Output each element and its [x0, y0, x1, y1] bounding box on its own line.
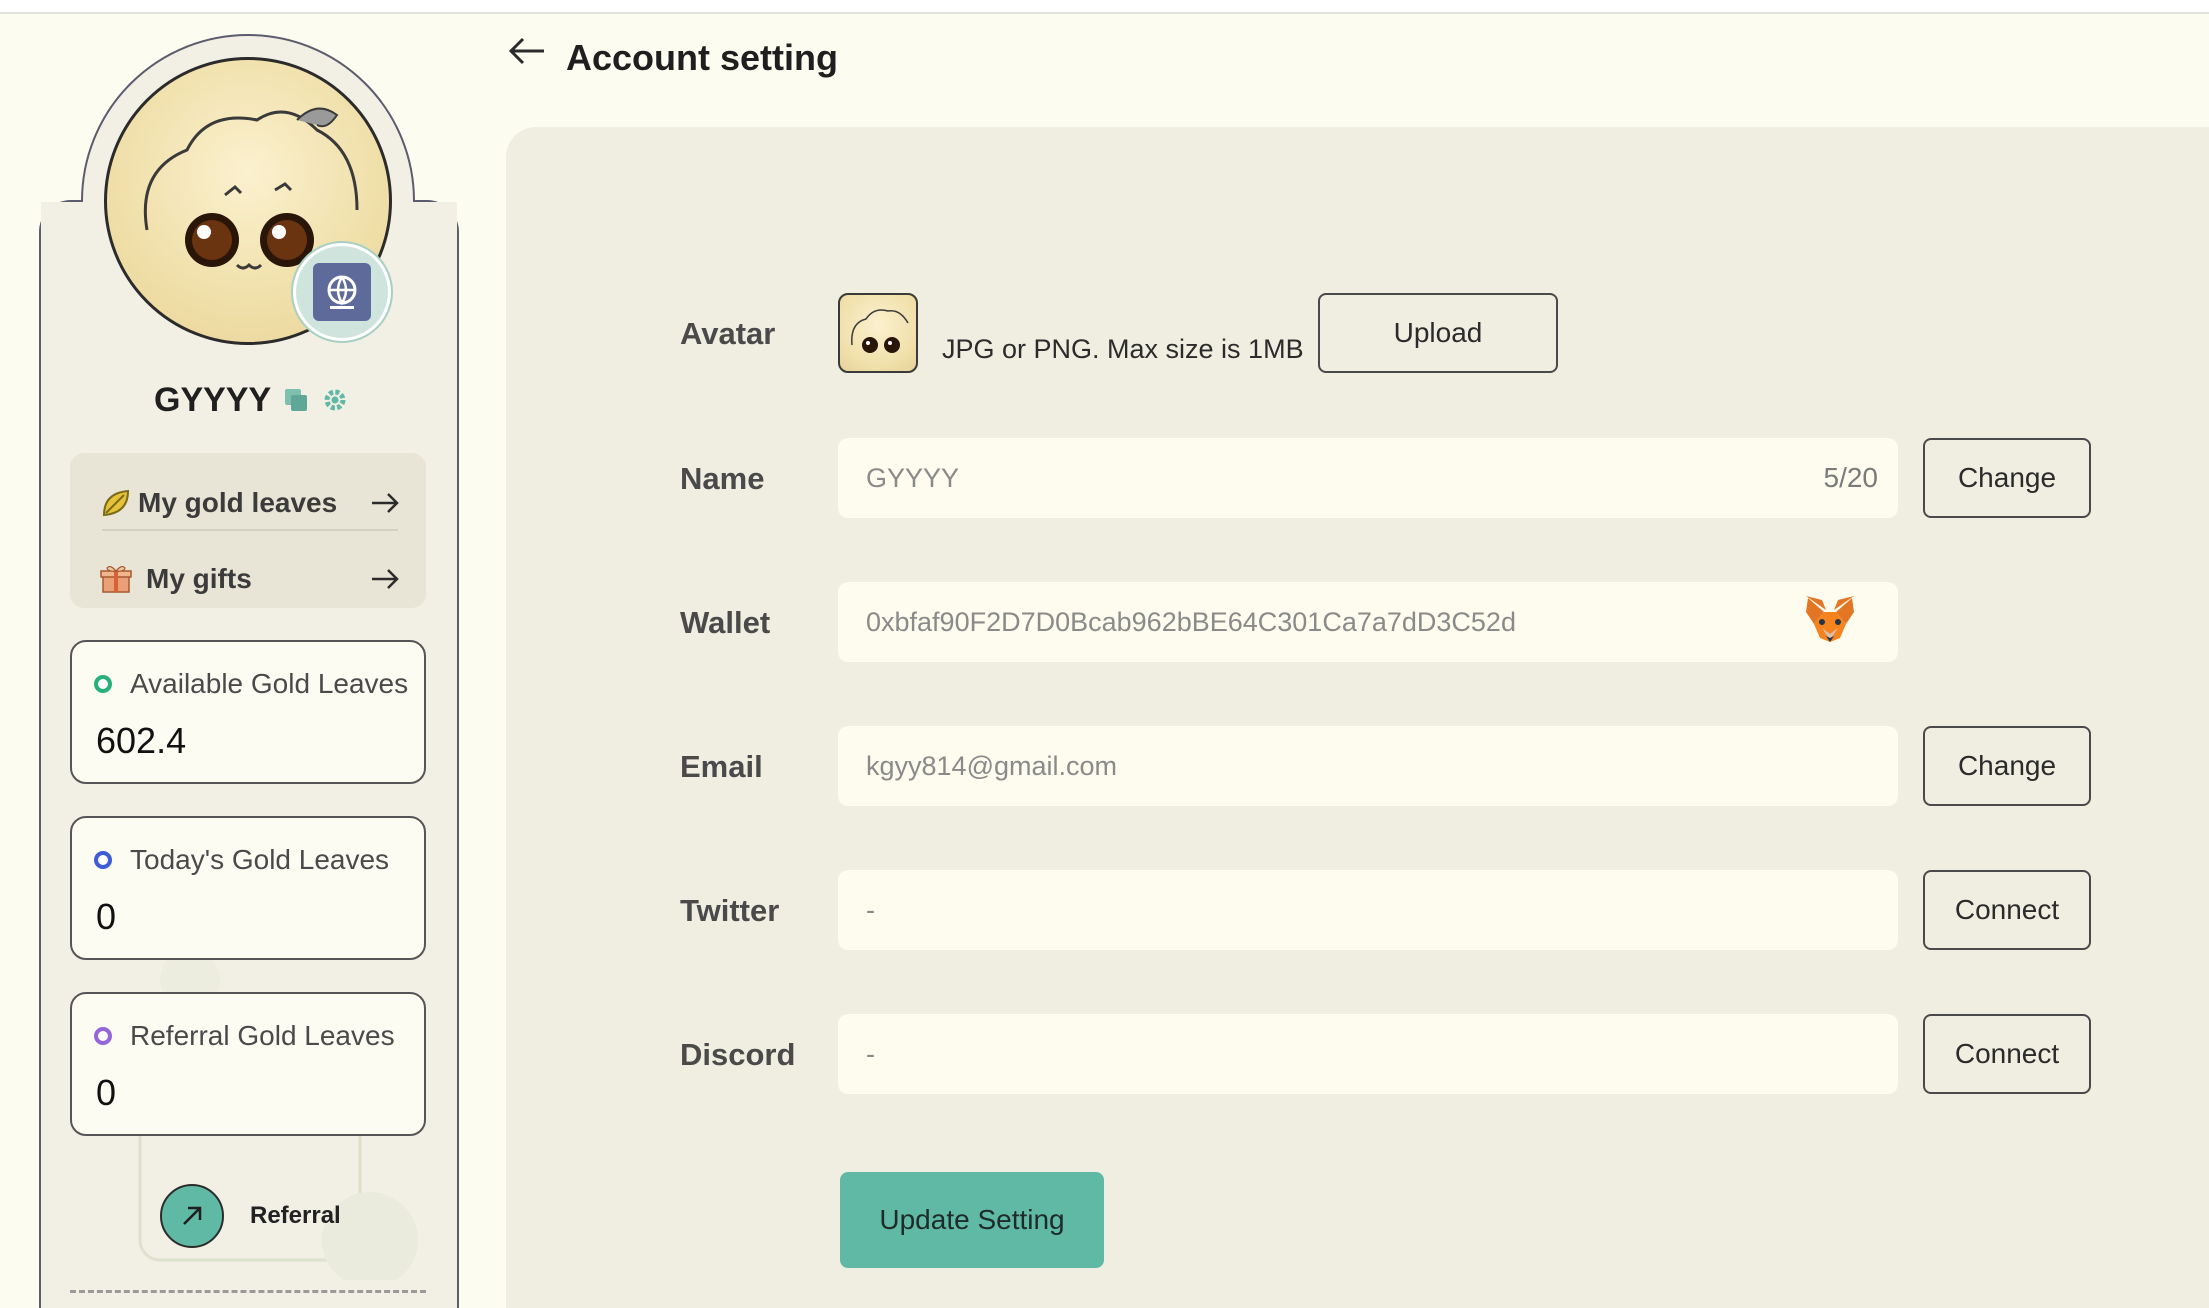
menu-item-label: My gifts [146, 563, 252, 594]
menu-divider [102, 529, 398, 531]
stat-value: 0 [96, 896, 117, 937]
menu-item-gold-leaves[interactable]: My gold leaves [100, 473, 400, 533]
stat-card-available: Available Gold Leaves 602.4 [70, 640, 426, 784]
email-label: Email [680, 749, 763, 784]
discord-value: - [866, 1038, 875, 1069]
status-dot [94, 675, 112, 693]
email-value: kgyy814@gmail.com [866, 750, 1118, 781]
name-value: GYYYY [866, 462, 960, 493]
name-char-counter: 5/20 [1823, 462, 1879, 493]
name-input[interactable]: GYYYY 5/20 [838, 438, 1898, 518]
wallet-label: Wallet [680, 605, 771, 640]
wallet-field: 0xbfaf90F2D7D0Bcab962bBE64C301Ca7a7dD3C5… [838, 582, 1898, 662]
copy-icon[interactable] [283, 387, 309, 413]
menu-item-gifts[interactable]: My gifts [100, 549, 400, 609]
browser-top-strip [0, 0, 2209, 14]
arrow-right-icon [370, 568, 400, 590]
email-input[interactable]: kgyy814@gmail.com [838, 726, 1898, 806]
menu-item-label: My gold leaves [138, 487, 338, 518]
name-label: Name [680, 461, 765, 496]
change-name-button[interactable]: Change [1923, 438, 2091, 518]
arrow-up-right-icon [160, 1184, 224, 1248]
stat-label: Referral Gold Leaves [130, 1020, 395, 1051]
gear-icon[interactable] [321, 386, 349, 414]
stat-value: 602.4 [96, 720, 187, 761]
discord-label: Discord [680, 1037, 796, 1072]
twitter-field: - [838, 870, 1898, 950]
globe-badge-icon [293, 243, 391, 341]
status-dot [94, 851, 112, 869]
leaf-icon [100, 487, 138, 519]
avatar-hint: JPG or PNG. Max size is 1MB [942, 334, 1304, 364]
sidebar-menu: My gold leaves My gifts [70, 453, 426, 608]
connect-discord-button[interactable]: Connect [1923, 1014, 2091, 1094]
twitter-label: Twitter [680, 893, 780, 928]
arrow-right-icon [370, 492, 400, 514]
stat-label: Available Gold Leaves [130, 668, 409, 699]
avatar-label: Avatar [680, 316, 776, 351]
stat-label: Today's Gold Leaves [130, 844, 390, 875]
gift-icon [100, 564, 146, 594]
referral-button[interactable]: Referral [160, 1184, 341, 1248]
avatar-thumbnail [838, 293, 918, 373]
stat-card-today: Today's Gold Leaves 0 [70, 816, 426, 960]
change-email-button[interactable]: Change [1923, 726, 2091, 806]
stat-value: 0 [96, 1072, 117, 1113]
upload-button[interactable]: Upload [1318, 293, 1558, 373]
back-arrow-icon[interactable] [508, 36, 546, 71]
wallet-address: 0xbfaf90F2D7D0Bcab962bBE64C301Ca7a7dD3C5… [866, 606, 1516, 637]
discord-field: - [838, 1014, 1898, 1094]
stat-card-referral: Referral Gold Leaves 0 [70, 992, 426, 1136]
page-title: Account setting [566, 37, 839, 78]
twitter-value: - [866, 894, 875, 925]
connect-twitter-button[interactable]: Connect [1923, 870, 2091, 950]
status-dot [94, 1027, 112, 1045]
sidebar-divider [70, 1290, 426, 1293]
update-setting-button[interactable]: Update Setting [840, 1172, 1104, 1268]
referral-label: Referral [250, 1202, 341, 1229]
metamask-fox-icon [1802, 592, 1858, 655]
username-row: GYYYY [154, 378, 349, 422]
username: GYYYY [154, 381, 272, 419]
